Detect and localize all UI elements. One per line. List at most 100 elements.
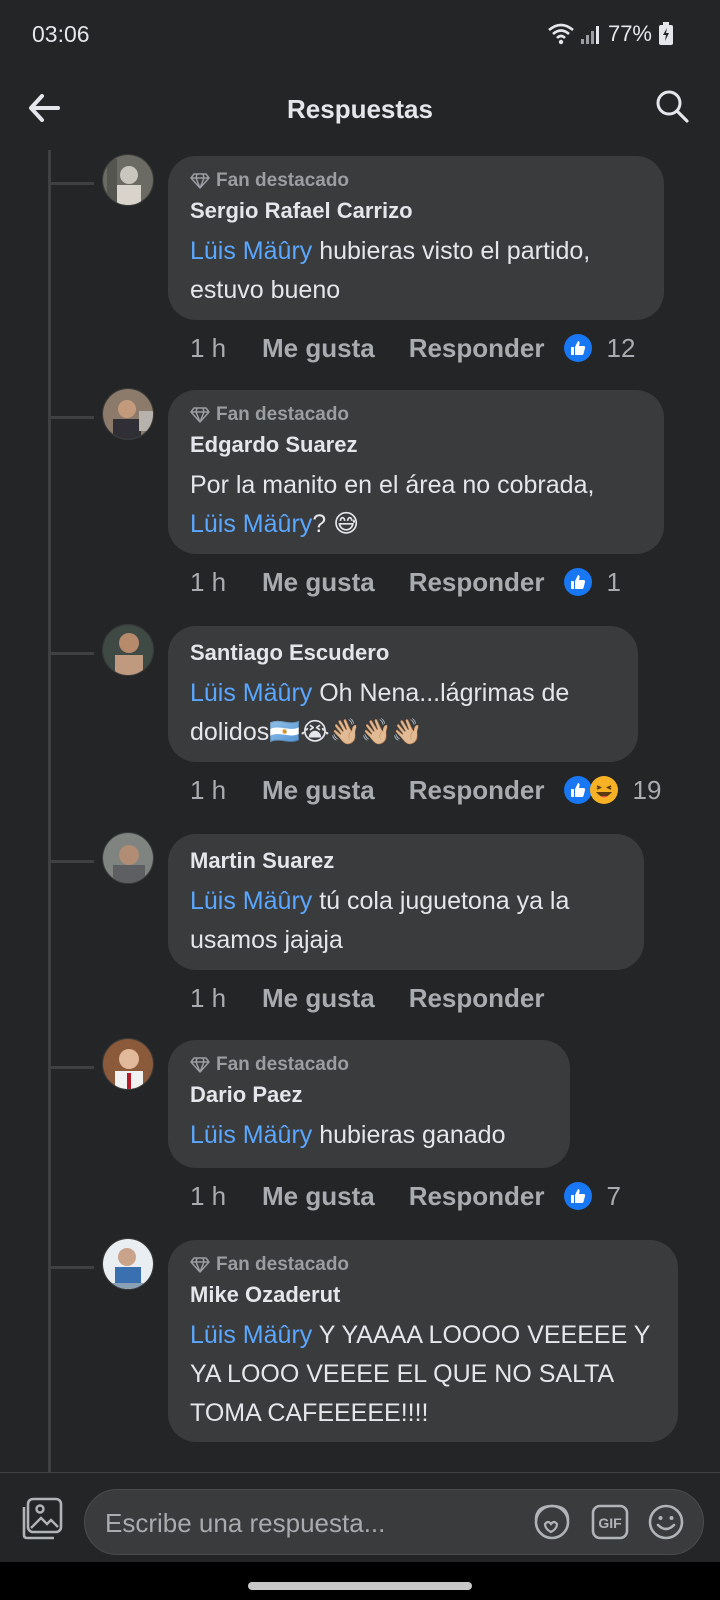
comment-time: 1 h	[190, 1180, 227, 1211]
like-reaction-icon	[563, 334, 592, 362]
thread-connector	[50, 1066, 94, 1069]
system-nav-bar	[0, 1562, 720, 1600]
battery-percent: 77%	[607, 21, 652, 46]
comment-actions: 1 h Me gusta Responder 12	[190, 328, 635, 368]
gif-icon: GIF	[591, 1504, 629, 1540]
status-icons: 77%	[548, 21, 674, 47]
avatar[interactable]	[102, 624, 154, 676]
reply-thread[interactable]: Fan destacado Sergio Rafael Carrizo Lüis…	[0, 150, 720, 1472]
reactions[interactable]: 12	[563, 332, 636, 364]
fan-badge-label: Fan destacado	[216, 1054, 350, 1075]
thread-connector	[50, 416, 94, 419]
reaction-count: 1	[606, 566, 621, 597]
comment: Fan destacado Mike Ozaderut Lüis Mäûry Y…	[0, 1234, 720, 1472]
mention-link[interactable]: Lüis Mäûry	[190, 887, 312, 915]
like-button[interactable]: Me gusta	[262, 775, 375, 806]
comment-bubble[interactable]: Fan destacado Mike Ozaderut Lüis Mäûry Y…	[168, 1240, 678, 1442]
fan-badge-label: Fan destacado	[216, 1254, 350, 1275]
comment-bubble[interactable]: Fan destacado Sergio Rafael Carrizo Lüis…	[168, 156, 664, 320]
emoji-icon	[648, 1504, 684, 1540]
fan-badge: Fan destacado	[190, 404, 642, 426]
reaction-count: 7	[606, 1180, 621, 1211]
svg-text:GIF: GIF	[598, 1515, 622, 1531]
comment-bubble[interactable]: Fan destacado Edgardo Suarez Por la mani…	[168, 390, 664, 554]
like-button[interactable]: Me gusta	[262, 1181, 375, 1212]
comment-text: Lüis Mäûry Oh Nena...lágrimas de dolidos…	[190, 674, 616, 752]
comment-text: Por la manito en el área no cobrada, Lüi…	[190, 466, 642, 544]
search-button[interactable]	[652, 86, 692, 126]
comment-author[interactable]: Dario Paez	[190, 1082, 548, 1108]
fan-badge: Fan destacado	[190, 170, 642, 192]
thread-connector	[50, 182, 94, 185]
reply-button[interactable]: Responder	[409, 333, 545, 364]
diamond-icon	[190, 1057, 210, 1073]
like-button[interactable]: Me gusta	[262, 333, 375, 364]
haha-reaction-icon	[589, 776, 618, 804]
comment-bubble[interactable]: Martin Suarez Lüis Mäûry tú cola jugueto…	[168, 834, 644, 970]
reaction-count: 12	[606, 332, 636, 363]
thread-connector	[50, 652, 94, 655]
reply-button[interactable]: Responder	[409, 983, 545, 1014]
comment-author[interactable]: Martin Suarez	[190, 848, 622, 874]
comment-bubble[interactable]: Fan destacado Dario Paez Lüis Mäûry hubi…	[168, 1040, 570, 1168]
photo-gallery-icon	[22, 1497, 63, 1540]
avatar-sticker-button[interactable]	[531, 1502, 573, 1547]
gallery-button[interactable]	[20, 1497, 64, 1541]
avatar[interactable]	[102, 1238, 154, 1290]
comment: Fan destacado Edgardo Suarez Por la mani…	[0, 384, 720, 614]
fan-badge: Fan destacado	[190, 1254, 656, 1276]
reply-button[interactable]: Responder	[409, 1181, 545, 1212]
header: Respuestas	[0, 68, 720, 150]
back-button[interactable]	[24, 88, 64, 128]
comment-author[interactable]: Mike Ozaderut	[190, 1282, 656, 1308]
reactions[interactable]: 19	[563, 774, 662, 806]
fan-badge-label: Fan destacado	[216, 170, 350, 191]
diamond-icon	[190, 173, 210, 189]
comment: Martin Suarez Lüis Mäûry tú cola jugueto…	[0, 828, 720, 1028]
mention-link[interactable]: Lüis Mäûry	[190, 510, 312, 538]
comment: Santiago Escudero Lüis Mäûry Oh Nena...l…	[0, 620, 720, 820]
comment: Fan destacado Sergio Rafael Carrizo Lüis…	[0, 150, 720, 380]
gif-button[interactable]: GIF	[591, 1504, 629, 1545]
like-button[interactable]: Me gusta	[262, 983, 375, 1014]
battery-icon	[658, 22, 674, 46]
comment-time: 1 h	[190, 982, 227, 1013]
comment-author[interactable]: Santiago Escudero	[190, 640, 616, 666]
reaction-count: 19	[632, 774, 662, 805]
reply-button[interactable]: Responder	[409, 567, 545, 598]
page-title: Respuestas	[287, 93, 433, 124]
reply-button[interactable]: Responder	[409, 775, 545, 806]
like-button[interactable]: Me gusta	[262, 567, 375, 598]
mention-link[interactable]: Lüis Mäûry	[190, 1321, 312, 1349]
home-indicator[interactable]	[248, 1582, 472, 1590]
comment-text: Lüis Mäûry hubieras visto el partido, es…	[190, 232, 642, 310]
like-reaction-icon	[563, 568, 592, 596]
reactions[interactable]: 7	[563, 1181, 621, 1212]
comment-actions: 1 h Me gusta Responder 19	[190, 770, 661, 810]
avatar[interactable]	[102, 388, 154, 440]
comment-time: 1 h	[190, 774, 227, 805]
reply-input[interactable]: Escribe una respuesta... GIF	[84, 1489, 704, 1555]
diamond-icon	[190, 407, 210, 423]
fan-badge: Fan destacado	[190, 1054, 548, 1076]
signal-icon	[580, 23, 602, 45]
avatar[interactable]	[102, 154, 154, 206]
reactions[interactable]: 1	[563, 567, 621, 598]
emoji-button[interactable]	[647, 1503, 685, 1546]
comment-text: Lüis Mäûry tú cola juguetona ya la usamo…	[190, 882, 622, 960]
comment-actions: 1 h Me gusta Responder 1	[190, 562, 621, 602]
avatar[interactable]	[102, 832, 154, 884]
avatar-sticker-icon	[534, 1504, 570, 1540]
comment-author[interactable]: Sergio Rafael Carrizo	[190, 198, 642, 224]
status-time: 03:06	[32, 20, 90, 47]
mention-link[interactable]: Lüis Mäûry	[190, 1121, 312, 1149]
like-reaction-icon	[563, 1182, 592, 1210]
avatar[interactable]	[102, 1038, 154, 1090]
back-arrow-icon	[29, 94, 60, 122]
comment-bubble[interactable]: Santiago Escudero Lüis Mäûry Oh Nena...l…	[168, 626, 638, 762]
comment-author[interactable]: Edgardo Suarez	[190, 432, 642, 458]
mention-link[interactable]: Lüis Mäûry	[190, 237, 312, 265]
comment-time: 1 h	[190, 566, 227, 597]
mention-link[interactable]: Lüis Mäûry	[190, 679, 312, 707]
comment-body: Por la manito en el área no cobrada,	[190, 471, 595, 499]
